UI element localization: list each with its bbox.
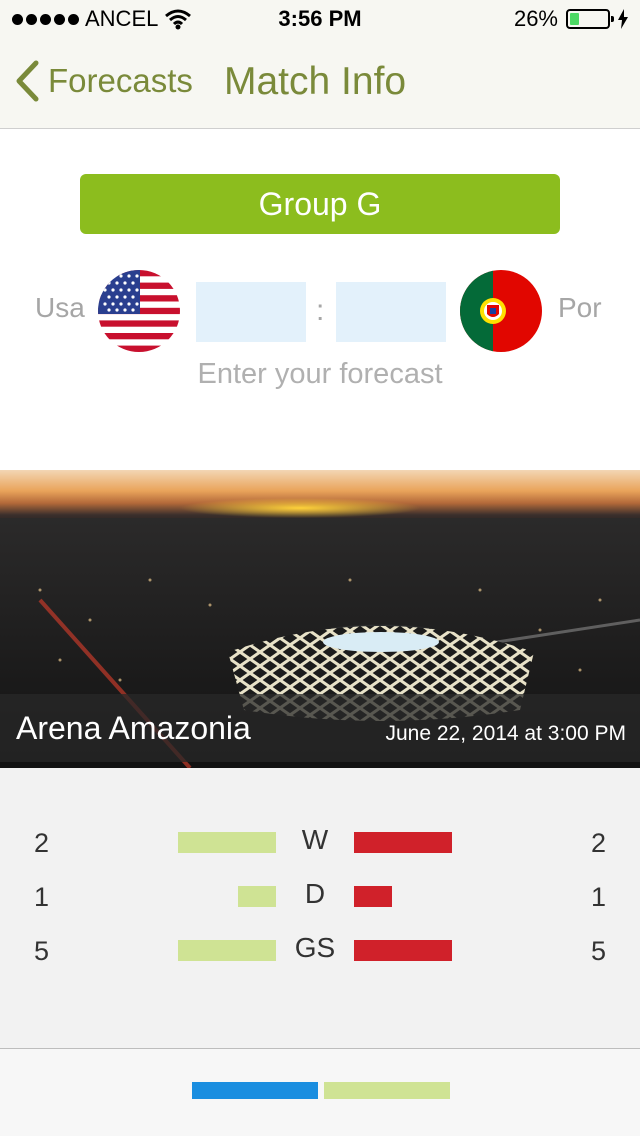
match-datetime: June 22, 2014 at 3:00 PM	[385, 722, 626, 745]
home-wins: 2	[34, 828, 50, 858]
away-goals-bar	[354, 940, 452, 961]
home-goals-bar	[178, 940, 276, 961]
stat-row-goals: 5 GS 5	[0, 932, 640, 972]
portugal-flag	[460, 270, 542, 352]
page-indicator-2[interactable]	[324, 1082, 450, 1099]
home-draws: 1	[34, 882, 50, 912]
back-button[interactable]: Forecasts	[14, 60, 193, 102]
home-team-label: Usa	[35, 292, 85, 323]
chevron-left-icon	[16, 60, 39, 102]
draws-label: D	[304, 878, 326, 909]
navigation-bar: Forecasts Match Info	[0, 40, 640, 129]
score-separator: :	[316, 294, 325, 327]
away-goals: 5	[590, 936, 606, 966]
status-right: 26%	[514, 6, 628, 32]
bottom-area	[0, 1049, 640, 1136]
away-wins-bar	[354, 832, 452, 853]
home-draws-bar	[238, 886, 276, 907]
battery-fill	[570, 13, 579, 25]
back-label: Forecasts	[48, 62, 193, 99]
home-goals: 5	[34, 936, 50, 966]
home-wins-bar	[178, 832, 276, 853]
status-bar: ANCEL 3:56 PM 26%	[0, 0, 640, 40]
battery-icon	[566, 9, 614, 29]
venue-name: Arena Amazonia	[16, 710, 251, 746]
usa-flag	[98, 270, 180, 352]
forecast-hint: Enter your forecast	[197, 358, 443, 390]
away-draws-bar	[354, 886, 392, 907]
wins-label: W	[301, 824, 329, 855]
home-score-input[interactable]	[196, 282, 306, 342]
away-wins: 2	[590, 828, 606, 858]
away-score-input[interactable]	[336, 282, 446, 342]
away-draws: 1	[590, 882, 606, 912]
away-team-label: Por	[558, 292, 602, 323]
page-indicator-1[interactable]	[192, 1082, 318, 1099]
bolt-icon	[618, 9, 628, 29]
page-title: Match Info	[224, 60, 407, 103]
battery-percent: 26%	[513, 6, 558, 31]
goals-label: GS	[294, 932, 336, 963]
stat-row-wins: 2 W 2	[0, 824, 640, 864]
stat-row-draws: 1 D 1	[0, 878, 640, 918]
group-header: Group G	[80, 174, 560, 234]
